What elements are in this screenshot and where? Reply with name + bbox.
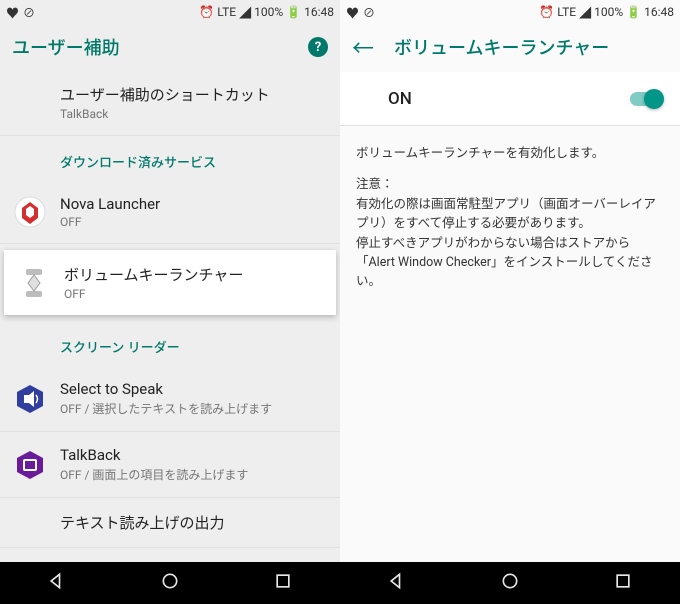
volume-key-launcher-item[interactable]: ボリュームキーランチャー OFF bbox=[4, 250, 336, 315]
detail-description: ボリュームキーランチャーを有効化します。 注意： 有効化の際は画面常駐型アプリ（… bbox=[340, 126, 680, 322]
clock-text: 16:48 bbox=[644, 5, 674, 19]
nova-launcher-icon bbox=[14, 196, 46, 228]
talkback-item[interactable]: TalkBack OFF / 画面上の項目を読み上げます bbox=[0, 432, 340, 498]
desc-line-2: 注意： 有効化の際は画面常駐型アプリ（画面オーバーレイアプリ）をすべて停止する必… bbox=[356, 175, 664, 291]
master-toggle-row[interactable]: ON bbox=[340, 72, 680, 126]
lte-icon: LTE bbox=[217, 5, 236, 19]
item-title: テキスト読み上げの出力 bbox=[60, 512, 324, 533]
no-symbol-icon: ⊘ bbox=[363, 4, 375, 21]
volume-key-launcher-icon bbox=[18, 267, 50, 299]
nav-bar bbox=[340, 562, 680, 604]
item-sub: OFF / 選択したテキストを読み上げます bbox=[60, 400, 324, 417]
recents-button[interactable] bbox=[273, 571, 293, 595]
back-button[interactable] bbox=[387, 571, 407, 595]
home-button[interactable] bbox=[160, 571, 180, 595]
battery-text: 100% bbox=[594, 5, 623, 19]
page-title: ユーザー補助 bbox=[12, 34, 120, 60]
heart-icon: ♥ bbox=[6, 3, 19, 22]
talkback-icon bbox=[14, 449, 46, 481]
item-title: ユーザー補助のショートカット bbox=[60, 84, 324, 105]
item-title: Select to Speak bbox=[60, 380, 324, 398]
settings-list: ユーザー補助のショートカット TalkBack ダウンロード済みサービス Nov… bbox=[0, 70, 340, 562]
home-button[interactable] bbox=[500, 571, 520, 595]
nav-bar bbox=[0, 562, 340, 604]
battery-icon: 🔋 bbox=[286, 5, 301, 19]
back-button[interactable] bbox=[47, 571, 67, 595]
item-title: Nova Launcher bbox=[60, 195, 324, 213]
recents-button[interactable] bbox=[613, 571, 633, 595]
no-symbol-icon: ⊘ bbox=[23, 4, 35, 21]
battery-text: 100% bbox=[254, 5, 283, 19]
app-bar: ユーザー補助 ? bbox=[0, 24, 340, 70]
clock-text: 16:48 bbox=[304, 5, 334, 19]
help-icon[interactable]: ? bbox=[308, 37, 328, 57]
app-bar: ← ボリュームキーランチャー bbox=[340, 24, 680, 70]
item-sub: OFF bbox=[64, 287, 320, 301]
alarm-icon: ⏰ bbox=[539, 5, 554, 19]
section-display: 表示 bbox=[0, 548, 340, 562]
signal-icon: ◢ bbox=[579, 4, 591, 21]
alarm-icon: ⏰ bbox=[199, 5, 214, 19]
item-sub: OFF bbox=[60, 215, 324, 229]
accessibility-shortcut-item[interactable]: ユーザー補助のショートカット TalkBack bbox=[0, 70, 340, 136]
back-arrow-icon[interactable]: ← bbox=[352, 31, 374, 63]
battery-icon: 🔋 bbox=[626, 5, 641, 19]
status-bar: ♥ ⊘ ⏰ LTE ◢ 100% 🔋 16:48 bbox=[340, 0, 680, 24]
status-bar: ♥ ⊘ ⏰ LTE ◢ 100% 🔋 16:48 bbox=[0, 0, 340, 24]
item-title: TalkBack bbox=[60, 446, 324, 464]
right-screen: ♥ ⊘ ⏰ LTE ◢ 100% 🔋 16:48 ← ボリュームキーランチャー … bbox=[340, 0, 680, 604]
signal-icon: ◢ bbox=[239, 4, 251, 21]
item-title: ボリュームキーランチャー bbox=[64, 264, 320, 285]
page-title: ボリュームキーランチャー bbox=[394, 34, 609, 60]
left-screen: ♥ ⊘ ⏰ LTE ◢ 100% 🔋 16:48 ユーザー補助 ? ユーザー補助… bbox=[0, 0, 340, 604]
heart-icon: ♥ bbox=[346, 3, 359, 22]
item-sub: OFF / 画面上の項目を読み上げます bbox=[60, 466, 324, 483]
toggle-label: ON bbox=[388, 89, 412, 109]
select-to-speak-item[interactable]: Select to Speak OFF / 選択したテキストを読み上げます bbox=[0, 366, 340, 432]
section-downloaded: ダウンロード済みサービス bbox=[0, 136, 340, 181]
switch-thumb bbox=[644, 89, 664, 109]
lte-icon: LTE bbox=[557, 5, 576, 19]
select-to-speak-icon bbox=[14, 383, 46, 415]
item-sub: TalkBack bbox=[60, 107, 324, 121]
toggle-switch[interactable] bbox=[628, 89, 664, 109]
tts-output-item[interactable]: テキスト読み上げの出力 bbox=[0, 498, 340, 548]
section-reader: スクリーン リーダー bbox=[0, 321, 340, 366]
nova-launcher-item[interactable]: Nova Launcher OFF bbox=[0, 181, 340, 244]
desc-line-1: ボリュームキーランチャーを有効化します。 bbox=[356, 144, 664, 163]
